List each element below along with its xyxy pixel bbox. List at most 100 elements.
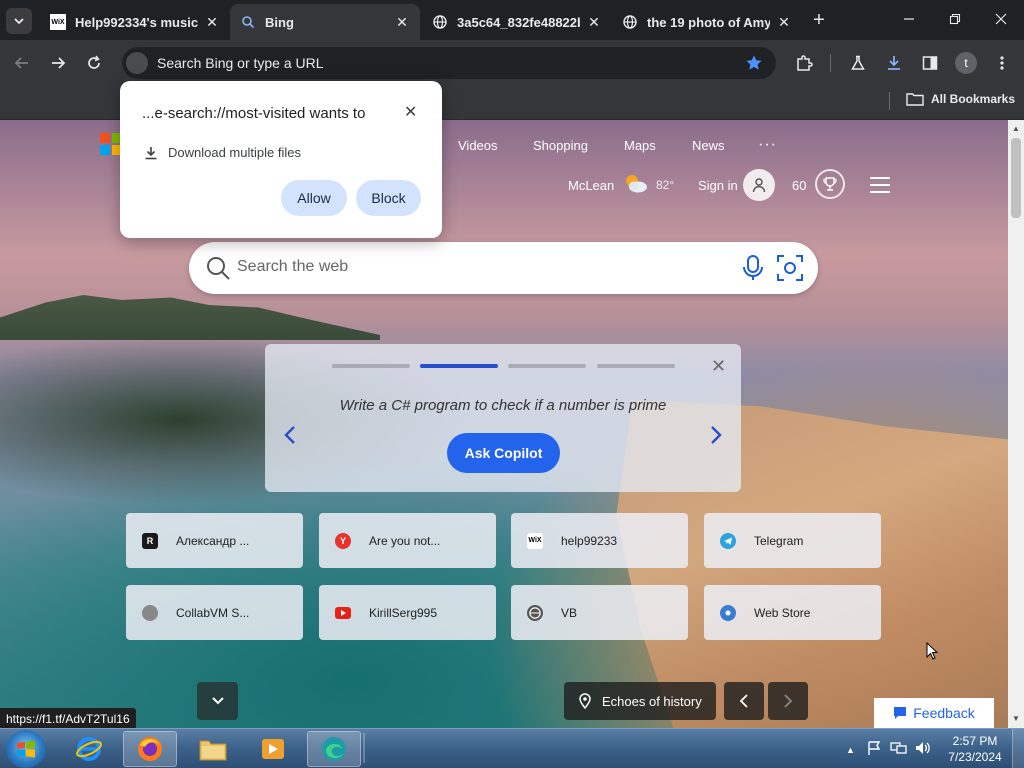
reload-button[interactable] xyxy=(82,51,106,75)
copilot-step-indicator[interactable] xyxy=(332,364,410,368)
star-icon xyxy=(746,55,762,70)
copilot-close-button[interactable]: ✕ xyxy=(711,356,726,377)
show-desktop-button[interactable] xyxy=(1012,729,1024,768)
taskbar-media-player[interactable] xyxy=(246,731,300,767)
quick-link-tile[interactable]: Web Store xyxy=(704,585,881,640)
tab-help992334[interactable]: WiX Help992334's music p ✕ xyxy=(40,4,230,40)
user-avatar-button[interactable] xyxy=(743,169,775,201)
clock-time: 2:57 PM xyxy=(952,734,998,748)
search-input[interactable]: Search the web xyxy=(237,258,348,276)
scrollbar-thumb[interactable] xyxy=(1011,138,1021,218)
quick-link-tile[interactable]: R Александр ... xyxy=(126,513,303,568)
quick-link-tile[interactable]: Telegram xyxy=(704,513,881,568)
chevron-right-icon xyxy=(784,694,793,708)
weather-location[interactable]: McLean xyxy=(568,178,614,193)
microphone-icon[interactable] xyxy=(742,254,764,282)
chevron-down-icon xyxy=(211,697,224,705)
quick-link-tile[interactable]: WiX help99233 xyxy=(511,513,688,568)
taskbar-firefox[interactable] xyxy=(123,731,177,767)
tab-title: Bing xyxy=(265,14,294,30)
start-button[interactable] xyxy=(6,730,46,768)
restore-button[interactable] xyxy=(935,8,975,32)
scroll-down-arrow-icon[interactable]: ▼ xyxy=(1011,714,1021,723)
window-close-button[interactable] xyxy=(981,8,1021,32)
taskbar-browser-app[interactable] xyxy=(307,731,361,767)
next-image-button[interactable] xyxy=(768,682,808,720)
flag-icon[interactable] xyxy=(866,740,882,756)
windows-logo-icon xyxy=(17,740,35,758)
scroll-down-button[interactable] xyxy=(197,682,238,720)
taskbar-internet-explorer[interactable] xyxy=(62,731,116,767)
system-clock[interactable]: 2:57 PM 7/23/2024 xyxy=(944,733,1006,765)
downloads-button[interactable] xyxy=(882,51,906,75)
search-icon xyxy=(207,257,230,280)
tab-3a5c64[interactable]: 3a5c64_832fe48822b3 ✕ xyxy=(422,4,612,40)
all-bookmarks-button[interactable]: All Bookmarks xyxy=(906,92,1015,106)
quick-link-tile[interactable]: KirillSerg995 xyxy=(319,585,496,640)
rewards-points[interactable]: 60 xyxy=(792,178,806,193)
close-icon[interactable]: ✕ xyxy=(776,14,792,31)
tile-label: Web Store xyxy=(754,605,811,620)
sign-in-link[interactable]: Sign in xyxy=(698,178,738,193)
kebab-menu-icon xyxy=(1000,56,1004,70)
scroll-up-arrow-icon[interactable]: ▲ xyxy=(1011,124,1021,133)
all-bookmarks-label: All Bookmarks xyxy=(931,92,1016,106)
block-button[interactable]: Block xyxy=(356,180,421,216)
new-tab-button[interactable]: + xyxy=(810,10,828,30)
taskbar-file-explorer[interactable] xyxy=(186,731,240,767)
microsoft-logo[interactable] xyxy=(100,133,122,155)
chevron-left-icon xyxy=(284,426,295,444)
tray-expand-icon[interactable]: ▲ xyxy=(846,745,855,755)
tab-title: Help992334's music p xyxy=(75,14,198,30)
rewards-button[interactable] xyxy=(815,169,845,199)
quick-link-tile[interactable]: VB xyxy=(511,585,688,640)
nav-videos[interactable]: Videos xyxy=(458,138,498,153)
toolbar-divider xyxy=(830,54,831,72)
quick-link-tile[interactable]: Y Are you not... xyxy=(319,513,496,568)
nav-more-button[interactable]: ··· xyxy=(758,136,777,154)
dialog-close-button[interactable]: ✕ xyxy=(404,102,417,122)
browser-menu-button[interactable] xyxy=(990,51,1014,75)
location-pin-icon xyxy=(579,693,591,709)
extensions-button[interactable] xyxy=(792,51,816,75)
nav-news[interactable]: News xyxy=(692,138,725,153)
copilot-step-indicator[interactable] xyxy=(508,364,586,368)
quick-link-tile[interactable]: CollabVM S... xyxy=(126,585,303,640)
weather-temperature[interactable]: 82° xyxy=(656,178,674,192)
tab-search-button[interactable] xyxy=(6,8,32,34)
allow-button[interactable]: Allow xyxy=(281,180,347,216)
bookmark-star-button[interactable] xyxy=(742,51,766,75)
labs-button[interactable] xyxy=(846,51,870,75)
site-info-icon[interactable] xyxy=(126,52,148,74)
copilot-step-indicator[interactable] xyxy=(597,364,675,368)
side-panel-button[interactable] xyxy=(918,51,942,75)
hamburger-menu-icon[interactable] xyxy=(870,177,890,193)
copilot-step-indicator-active[interactable] xyxy=(420,364,498,368)
feedback-button[interactable]: Feedback xyxy=(874,698,994,728)
back-button[interactable] xyxy=(10,51,34,75)
volume-icon[interactable] xyxy=(914,740,932,756)
nav-shopping[interactable]: Shopping xyxy=(533,138,588,153)
image-info-button[interactable]: Echoes of history xyxy=(564,682,716,720)
visual-search-icon[interactable] xyxy=(776,254,804,282)
clock-date: 7/23/2024 xyxy=(948,750,1002,764)
yandex-icon: Y xyxy=(335,532,351,549)
profile-avatar[interactable]: t xyxy=(955,52,977,74)
address-text[interactable]: Search Bing or type a URL xyxy=(157,55,324,71)
forward-button[interactable] xyxy=(46,51,70,75)
minimize-button[interactable] xyxy=(889,8,929,32)
ask-copilot-button[interactable]: Ask Copilot xyxy=(447,433,560,473)
close-icon xyxy=(995,13,1007,25)
copilot-prev-button[interactable] xyxy=(284,425,296,451)
close-icon[interactable]: ✕ xyxy=(204,14,220,31)
nav-maps[interactable]: Maps xyxy=(624,138,656,153)
close-icon[interactable]: ✕ xyxy=(394,14,410,31)
close-icon[interactable]: ✕ xyxy=(586,14,602,31)
chevron-right-icon xyxy=(711,426,722,444)
previous-image-button[interactable] xyxy=(724,682,764,720)
tab-bing[interactable]: Bing ✕ xyxy=(230,4,420,40)
tile-label: Are you not... xyxy=(369,533,441,548)
tab-amy-photo[interactable]: the 19 photo of Amy2 ✕ xyxy=(612,4,802,40)
copilot-next-button[interactable] xyxy=(710,425,722,451)
network-icon[interactable] xyxy=(890,740,908,756)
